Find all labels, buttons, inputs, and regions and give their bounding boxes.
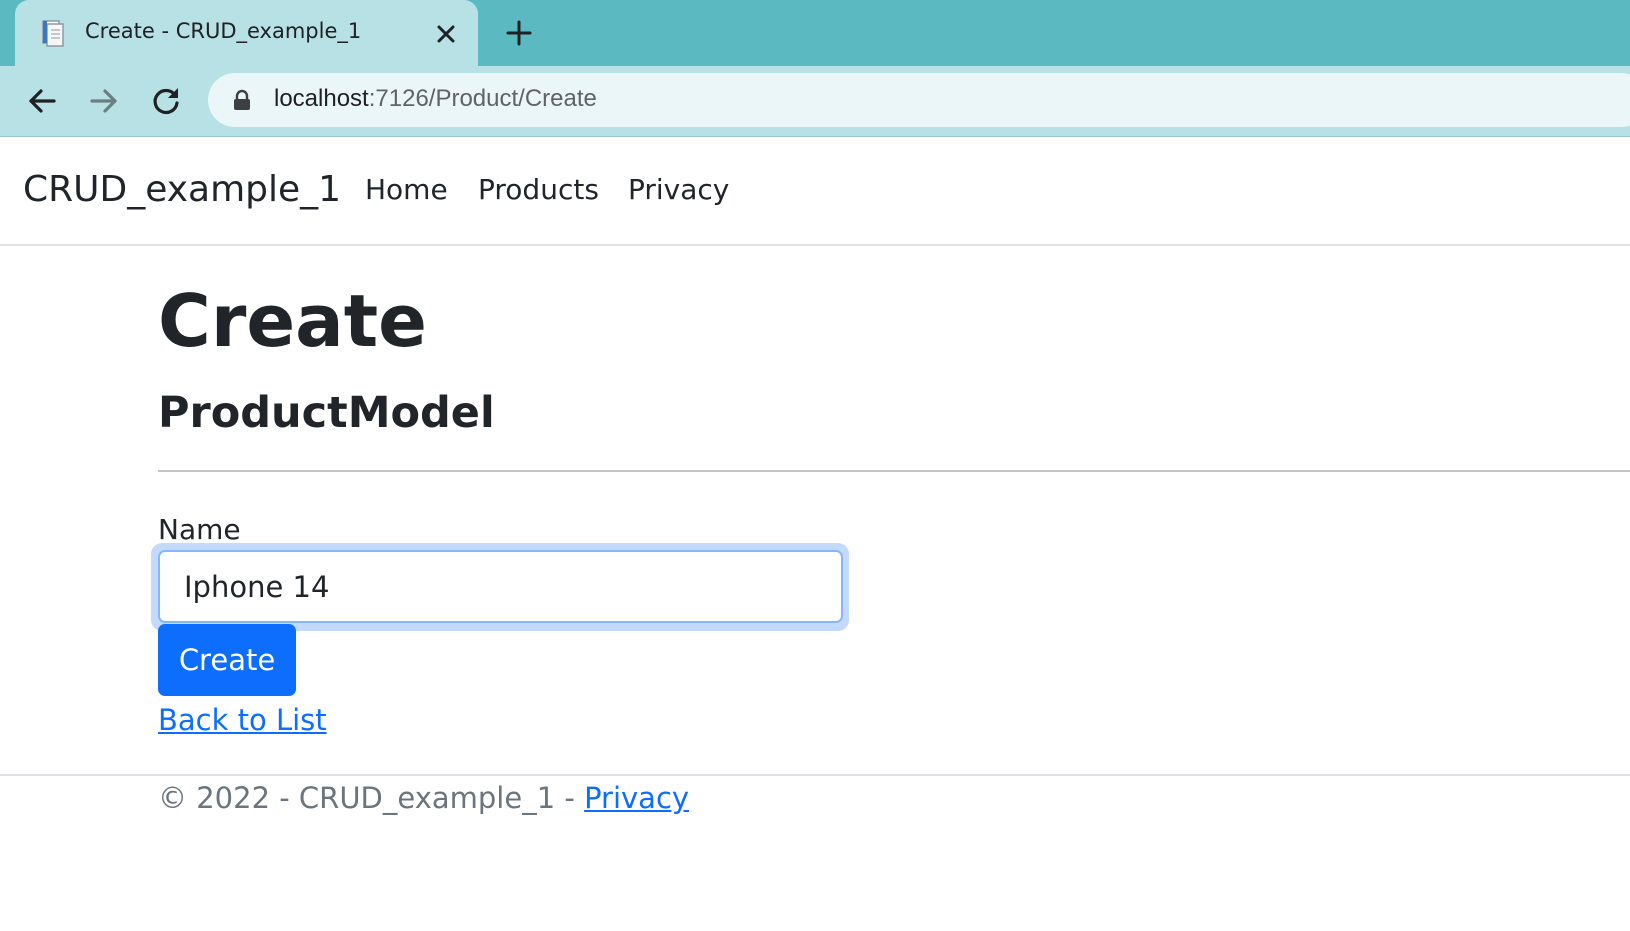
page-title: Create: [158, 279, 428, 363]
name-input[interactable]: [158, 550, 843, 623]
nav-link-products[interactable]: Products: [478, 173, 599, 206]
page-subtitle: ProductModel: [158, 388, 495, 438]
browser-tab-active[interactable]: Create - CRUD_example_1: [15, 0, 478, 66]
site-navbar: CRUD_example_1 Home Products Privacy: [0, 137, 1630, 246]
address-url: localhost:7126/Product/Create: [274, 85, 597, 113]
footer-text: © 2022 - CRUD_example_1 -: [158, 781, 585, 815]
create-button[interactable]: Create: [158, 624, 296, 696]
name-label: Name: [158, 513, 241, 546]
reload-icon[interactable]: [148, 83, 184, 119]
back-icon[interactable]: [24, 83, 60, 119]
url-host: localhost: [274, 85, 369, 112]
close-icon[interactable]: [433, 21, 459, 47]
url-path: :7126/Product/Create: [368, 85, 597, 112]
nav-link-privacy[interactable]: Privacy: [628, 173, 729, 206]
plus-icon[interactable]: [504, 18, 534, 48]
browser-toolbar: localhost:7126/Product/Create: [0, 66, 1630, 137]
browser-tab-strip: Create - CRUD_example_1: [0, 0, 1630, 66]
footer-privacy-link[interactable]: Privacy: [584, 781, 689, 815]
page-icon: [42, 20, 64, 47]
nav-link-home[interactable]: Home: [365, 173, 448, 206]
site-brand[interactable]: CRUD_example_1: [23, 169, 341, 210]
tab-title: Create - CRUD_example_1: [85, 19, 362, 43]
address-bar[interactable]: localhost:7126/Product/Create: [208, 73, 1630, 127]
back-to-list-link[interactable]: Back to List: [158, 703, 327, 737]
forward-icon[interactable]: [86, 83, 122, 119]
site-footer: © 2022 - CRUD_example_1 - Privacy: [158, 781, 689, 815]
divider: [158, 470, 1630, 472]
lock-icon[interactable]: [232, 89, 252, 111]
footer-divider: [0, 774, 1630, 776]
